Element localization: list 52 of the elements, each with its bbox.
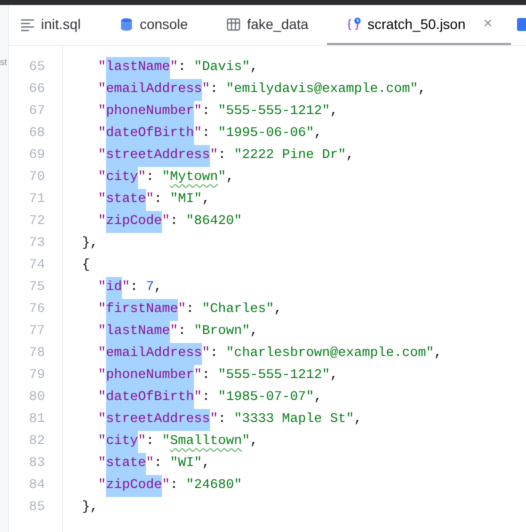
file-type-icon [517, 16, 526, 32]
code-line: "phoneNumber": "555-555-1212", [98, 365, 338, 387]
lines-icon [20, 16, 35, 32]
code-line: "zipCode": "24680" [98, 475, 242, 497]
code-line: "state": "WI", [98, 453, 210, 475]
line-number: 72 [28, 213, 45, 231]
code-line: "zipCode": "86420" [98, 211, 242, 233]
line-number: 84 [28, 477, 45, 495]
code-line: "dateOfBirth": "1985-07-07", [98, 387, 322, 409]
file-tab[interactable]: init.sql [9, 5, 100, 45]
line-number: 85 [28, 499, 45, 517]
code-line: "streetAddress": "3333 Maple St", [98, 409, 362, 431]
file-tab[interactable]: scratch_50.json × [327, 5, 512, 45]
side-panel-text: st [0, 57, 8, 68]
line-number: 74 [28, 257, 45, 275]
code-line: "dateOfBirth": "1995-06-06", [98, 123, 322, 145]
line-number: 78 [28, 345, 45, 363]
line-number: 71 [28, 191, 45, 209]
file-tab[interactable]: console [100, 5, 207, 45]
line-number: 67 [28, 103, 45, 121]
line-number: 83 [28, 455, 45, 473]
line-number: 70 [28, 169, 45, 187]
code-line: "state": "MI", [98, 189, 210, 211]
code-line: "firstName": "Charles", [98, 299, 282, 321]
file-tab[interactable]: fake_data [206, 5, 328, 45]
code-line: "lastName": "Davis", [98, 57, 258, 79]
code-line: "phoneNumber": "555-555-1212", [98, 101, 338, 123]
line-number: 69 [28, 147, 45, 165]
line-number: 76 [28, 301, 45, 319]
line-number: 79 [28, 367, 45, 385]
table-icon [226, 16, 241, 32]
line-number: 65 [28, 59, 45, 77]
line-number: 81 [28, 411, 45, 429]
line-number: 68 [28, 125, 45, 143]
code-line: "emailAddress": "emilydavis@example.com", [98, 79, 426, 101]
code-line: "city": "Mytown", [98, 167, 234, 189]
code-line: "city": "Smalltown", [98, 431, 258, 453]
code-line: "lastName": "Brown", [98, 321, 258, 343]
code-line: }, [82, 499, 98, 517]
json-file-icon [346, 16, 362, 32]
code-line: "emailAddress": "charlesbrown@example.com", [98, 343, 442, 365]
code-line: "id": 7, [98, 277, 162, 299]
code-line: { [82, 257, 90, 275]
line-number: 80 [28, 389, 45, 407]
line-number: 73 [28, 235, 45, 253]
line-number: 82 [28, 433, 45, 451]
line-number: 77 [28, 323, 45, 341]
code-line: "streetAddress": "2222 Pine Dr", [98, 145, 354, 167]
code-line: }, [82, 235, 98, 253]
database-icon [118, 16, 134, 32]
line-number: 75 [28, 279, 45, 297]
line-number: 66 [28, 81, 45, 99]
